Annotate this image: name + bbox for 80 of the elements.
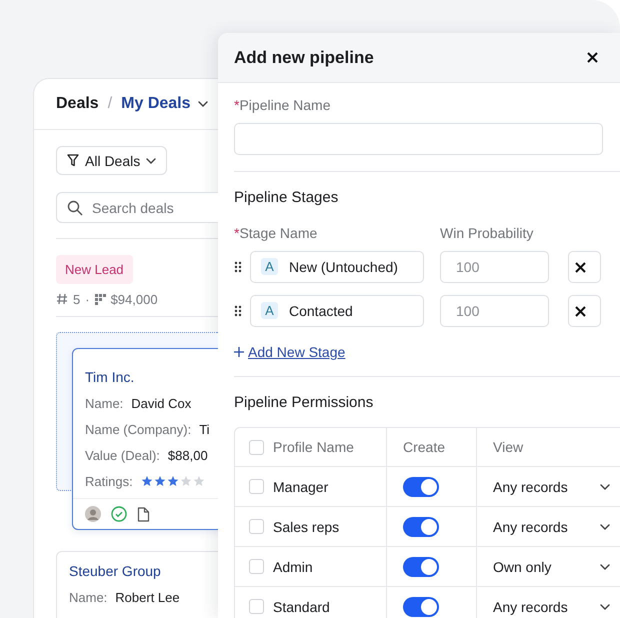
text-type-badge: A <box>261 302 278 319</box>
field-label: *Pipeline Name <box>234 97 332 113</box>
document-icon[interactable] <box>137 506 150 522</box>
chevron-down-icon <box>600 484 610 490</box>
avatar-icon <box>85 506 101 522</box>
view-select[interactable]: Any records <box>493 478 610 494</box>
create-toggle[interactable] <box>403 516 439 536</box>
probability-field[interactable]: 100 <box>440 295 549 327</box>
field-value: Robert Lee <box>115 590 180 604</box>
profile-name: Admin <box>273 558 313 574</box>
check-circle-icon[interactable] <box>111 506 127 522</box>
dots-grid-icon <box>94 294 106 304</box>
checkbox[interactable] <box>249 440 264 454</box>
pipeline-name-field[interactable] <box>234 123 603 155</box>
star-icon <box>192 475 205 487</box>
checkbox[interactable] <box>249 519 264 534</box>
separator-dot: · <box>85 292 90 306</box>
star-icon <box>140 475 153 487</box>
chevron-down-icon <box>146 158 156 164</box>
star-icon <box>154 475 166 487</box>
section-title: Pipeline Permissions <box>234 394 374 412</box>
deal-title[interactable]: Tim Inc. <box>85 368 134 386</box>
close-icon <box>575 306 586 316</box>
hash-icon <box>56 293 68 305</box>
deal-card[interactable]: Tim Inc. Name: David Cox Name (Company): Ti Value (Deal): $88,00 Ratings: <box>72 348 218 530</box>
field-label: Value (Deal): <box>85 448 160 462</box>
deal-amount: $94,000 <box>110 292 158 306</box>
delete-button[interactable] <box>568 295 601 327</box>
column-header: Create <box>403 439 446 455</box>
add-stage-link[interactable]: Add New Stage <box>248 344 346 360</box>
star-icon <box>180 475 192 487</box>
close-icon <box>575 262 586 272</box>
page-title: Deals <box>56 95 99 113</box>
search-icon <box>67 200 83 216</box>
field-value: David Cox <box>131 396 192 410</box>
profile-name: Manager <box>273 478 328 494</box>
view-dropdown[interactable]: My Deals <box>121 95 208 113</box>
chevron-down-icon <box>198 101 208 107</box>
column-header: Profile Name <box>273 439 354 455</box>
star-icon <box>166 475 179 487</box>
create-toggle[interactable] <box>403 596 439 616</box>
filter-dropdown[interactable]: All Deals <box>56 146 168 175</box>
column-label: Win Probability <box>440 225 534 241</box>
profile-name: Standard <box>273 598 330 614</box>
view-select[interactable]: Any records <box>493 598 610 614</box>
field-label: Name (Company): <box>85 422 192 436</box>
filter-icon <box>67 154 79 167</box>
column-label: *Stage Name <box>234 225 318 241</box>
drag-handle-icon[interactable] <box>234 261 242 273</box>
checkbox[interactable] <box>249 479 264 494</box>
chevron-down-icon <box>600 524 610 530</box>
create-toggle[interactable] <box>403 476 439 496</box>
view-select[interactable]: Own only <box>493 558 610 574</box>
create-toggle[interactable] <box>403 556 439 576</box>
chevron-down-icon <box>600 604 610 610</box>
drag-handle-icon[interactable] <box>234 305 242 317</box>
breadcrumb-separator: / <box>108 95 112 113</box>
field-label: Name: <box>69 590 108 604</box>
column-header: View <box>493 439 524 455</box>
checkbox[interactable] <box>249 599 264 614</box>
chevron-down-icon <box>600 564 610 570</box>
search-field[interactable]: Search deals <box>56 192 218 223</box>
deal-count: 5 <box>73 292 80 306</box>
close-icon <box>587 52 598 63</box>
section-title: Pipeline Stages <box>234 189 340 207</box>
profile-name: Sales reps <box>273 518 340 534</box>
field-value: Ti <box>199 422 210 436</box>
deal-title[interactable]: Steuber Group <box>69 562 161 580</box>
field-label: Name: <box>85 396 124 410</box>
field-value: $88,00 <box>168 448 208 462</box>
field-label: Ratings: <box>85 474 133 488</box>
deal-card[interactable]: Steuber Group Name: Robert Lee <box>56 551 218 618</box>
view-select[interactable]: Any records <box>493 518 610 534</box>
text-type-badge: A <box>261 258 278 275</box>
probability-field[interactable]: 100 <box>440 251 549 283</box>
delete-button[interactable] <box>568 251 601 283</box>
plus-icon <box>234 347 244 357</box>
dialog-title: Add new pipeline <box>234 48 374 68</box>
stage-tag: New Lead <box>56 255 133 284</box>
checkbox[interactable] <box>249 559 264 574</box>
